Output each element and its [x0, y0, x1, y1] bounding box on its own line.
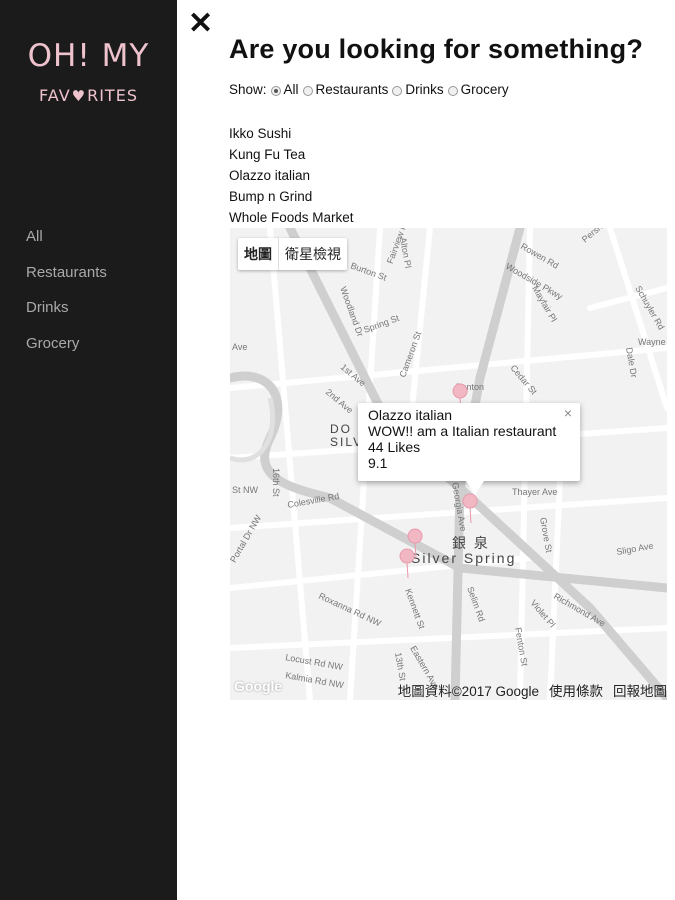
- sidebar-nav: All Restaurants Drinks Grocery: [26, 227, 107, 369]
- page-title: Are you looking for something?: [229, 34, 644, 64]
- map-street-label: Rowen Rd: [519, 241, 560, 271]
- logo-title: OH! MY: [27, 38, 150, 74]
- logo-subtitle-part2: RITES: [87, 86, 138, 105]
- report-map-error-link[interactable]: 回報地圖: [613, 684, 667, 699]
- map-street-label: St NW: [232, 485, 259, 495]
- filter-radio-grocery[interactable]: [447, 85, 458, 96]
- info-window: Olazzo italian WOW!! am a Italian restau…: [358, 403, 580, 481]
- map-street-label: Kennett St: [403, 587, 427, 630]
- map-street-label: Roxanna Rd NW: [317, 591, 383, 629]
- close-icon[interactable]: ✕: [188, 8, 213, 40]
- list-item[interactable]: Ikko Sushi: [229, 125, 354, 146]
- filter-bar: Show: All Restaurants Drinks Grocery: [229, 82, 509, 97]
- filter-radio-restaurants[interactable]: [302, 85, 313, 96]
- map-street-label: 16th St: [271, 468, 281, 497]
- map-area-label-cjk: 銀 泉: [452, 535, 490, 551]
- map-street-label: 2nd Ave: [324, 387, 355, 415]
- sidebar-item-drinks[interactable]: Drinks: [26, 298, 107, 334]
- list-item[interactable]: Kung Fu Tea: [229, 146, 354, 167]
- sidebar-item-all[interactable]: All: [26, 227, 107, 263]
- map-type-roadmap-button[interactable]: 地圖: [238, 238, 279, 270]
- map-street-label: Burton St: [349, 260, 388, 282]
- map-street-label: Wayne: [638, 337, 666, 347]
- heart-icon: ♥: [71, 87, 87, 105]
- map-street-label: Spring St: [362, 313, 401, 335]
- terms-link[interactable]: 使用條款: [549, 684, 603, 699]
- map-street-label: Portal Dr NW: [230, 513, 263, 564]
- map[interactable]: Rowen Rd Woodside Pkwy Mayfair Pl Pershi…: [230, 228, 667, 700]
- map-area-label: Silver Spring: [411, 550, 516, 566]
- sidebar-item-restaurants[interactable]: Restaurants: [26, 263, 107, 299]
- filter-option-restaurants: Restaurants: [315, 82, 389, 97]
- place-list: Ikko Sushi Kung Fu Tea Olazzo italian Bu…: [229, 125, 354, 230]
- map-street-label: Selim Rd: [465, 585, 487, 623]
- filter-label: Show:: [229, 82, 267, 97]
- logo-subtitle: FAV♥RITES: [0, 86, 177, 105]
- filter-option-grocery: Grocery: [460, 82, 509, 97]
- filter-radio-all[interactable]: [270, 85, 281, 96]
- info-window-title: Olazzo italian: [368, 407, 453, 423]
- sidebar-item-grocery[interactable]: Grocery: [26, 334, 107, 370]
- info-window-likes: 44 Likes: [368, 439, 421, 455]
- map-data-attribution: 地圖資料©2017 Google: [397, 684, 539, 699]
- map-type-satellite-button[interactable]: 衛星檢視: [279, 238, 347, 270]
- list-item[interactable]: Whole Foods Market: [229, 209, 354, 230]
- map-street-label: 13th St: [393, 652, 408, 682]
- info-window-rating: 9.1: [368, 455, 388, 471]
- map-street-label: Kalmia Rd NW: [285, 670, 345, 690]
- map-type-control: 地圖 衛星檢視: [238, 238, 347, 270]
- logo-subtitle-part1: FAV: [39, 86, 71, 105]
- list-item[interactable]: Olazzo italian: [229, 167, 354, 188]
- info-window-pointer: [466, 481, 484, 495]
- filter-option-drinks: Drinks: [405, 82, 444, 97]
- google-logo: Google: [234, 678, 283, 694]
- info-window-description: WOW!! am a Italian restaurant: [368, 423, 557, 439]
- map-footer: 地圖資料©2017 Google 使用條款 回報地圖: [388, 680, 667, 700]
- sidebar: OH! MY FAV♥RITES All Restaurants Drinks …: [0, 0, 177, 900]
- filter-option-all: All: [283, 82, 299, 97]
- map-street-label: Ave: [232, 342, 247, 352]
- map-street-label: Grove St: [538, 517, 554, 554]
- map-street-label: Locust Rd NW: [285, 652, 344, 672]
- map-area-label-partial: DO: [330, 422, 352, 436]
- list-item[interactable]: Bump n Grind: [229, 188, 354, 209]
- map-street-label: Thayer Ave: [512, 487, 557, 497]
- map-street-label: Sligo Ave: [616, 541, 655, 557]
- close-icon[interactable]: ×: [564, 405, 572, 421]
- filter-radio-drinks[interactable]: [392, 85, 403, 96]
